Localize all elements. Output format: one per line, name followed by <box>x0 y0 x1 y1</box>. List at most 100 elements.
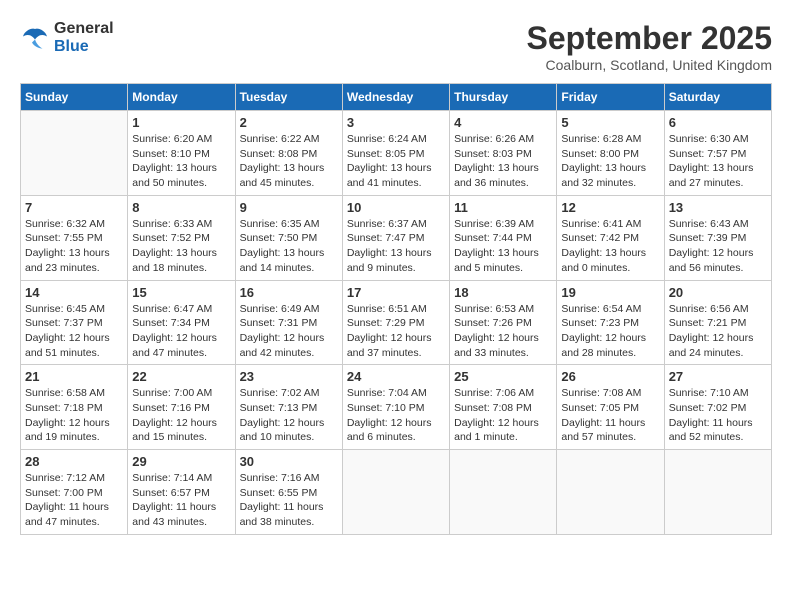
calendar-cell: 4Sunrise: 6:26 AM Sunset: 8:03 PM Daylig… <box>450 111 557 196</box>
calendar-body: 1Sunrise: 6:20 AM Sunset: 8:10 PM Daylig… <box>21 111 772 535</box>
calendar-week-row: 21 Sunrise: 6:58 AM Sunset: 7:18 PM Dayli… <box>21 365 772 450</box>
day-info: Sunrise: 6:35 AM Sunset: 7:50 PM Dayligh… <box>240 217 338 276</box>
day-info: Sunrise: 6:47 AM Sunset: 7:34 PM Dayligh… <box>132 302 230 361</box>
calendar-table: SundayMondayTuesdayWednesdayThursdayFrid… <box>20 83 772 535</box>
calendar-week-row: 7 Sunrise: 6:32 AM Sunset: 7:55 PM Daylig… <box>21 195 772 280</box>
calendar-cell: 14 Sunrise: 6:45 AM Sunset: 7:37 PM Dayli… <box>21 280 128 365</box>
calendar-cell: 22 Sunrise: 7:00 AM Sunset: 7:16 PM Dayli… <box>128 365 235 450</box>
calendar-cell: 28Sunrise: 7:12 AM Sunset: 7:00 PM Dayli… <box>21 450 128 535</box>
calendar-cell: 18Sunrise: 6:53 AM Sunset: 7:26 PM Dayli… <box>450 280 557 365</box>
day-number: 8 <box>132 200 230 215</box>
day-number: 1 <box>132 115 230 130</box>
day-info: Sunrise: 7:02 AM Sunset: 7:13 PM Dayligh… <box>240 386 338 445</box>
day-info: Sunrise: 6:39 AM Sunset: 7:44 PM Dayligh… <box>454 217 552 276</box>
location: Coalburn, Scotland, United Kingdom <box>527 57 772 73</box>
calendar-cell: 16 Sunrise: 6:49 AM Sunset: 7:31 PM Dayli… <box>235 280 342 365</box>
day-info: Sunrise: 6:54 AM Sunset: 7:23 PM Dayligh… <box>561 302 659 361</box>
day-info: Sunrise: 6:56 AM Sunset: 7:21 PM Dayligh… <box>669 302 767 361</box>
day-number: 4 <box>454 115 552 130</box>
weekday-header: Wednesday <box>342 84 449 111</box>
day-info: Sunrise: 7:16 AM Sunset: 6:55 PM Dayligh… <box>240 471 338 530</box>
day-info: Sunrise: 6:24 AM Sunset: 8:05 PM Dayligh… <box>347 132 445 191</box>
weekday-header: Monday <box>128 84 235 111</box>
day-number: 28 <box>25 454 123 469</box>
day-number: 27 <box>669 369 767 384</box>
day-info: Sunrise: 6:43 AM Sunset: 7:39 PM Dayligh… <box>669 217 767 276</box>
calendar-cell: 5Sunrise: 6:28 AM Sunset: 8:00 PM Daylig… <box>557 111 664 196</box>
calendar-cell: 1Sunrise: 6:20 AM Sunset: 8:10 PM Daylig… <box>128 111 235 196</box>
weekday-header: Friday <box>557 84 664 111</box>
day-number: 13 <box>669 200 767 215</box>
day-info: Sunrise: 7:08 AM Sunset: 7:05 PM Dayligh… <box>561 386 659 445</box>
calendar-cell <box>21 111 128 196</box>
day-info: Sunrise: 6:41 AM Sunset: 7:42 PM Dayligh… <box>561 217 659 276</box>
calendar-cell: 11 Sunrise: 6:39 AM Sunset: 7:44 PM Dayli… <box>450 195 557 280</box>
calendar-cell: 23 Sunrise: 7:02 AM Sunset: 7:13 PM Dayli… <box>235 365 342 450</box>
calendar-week-row: 1Sunrise: 6:20 AM Sunset: 8:10 PM Daylig… <box>21 111 772 196</box>
day-number: 10 <box>347 200 445 215</box>
day-number: 22 <box>132 369 230 384</box>
page-header: General Blue September 2025 Coalburn, Sc… <box>20 20 772 73</box>
calendar-cell: 29Sunrise: 7:14 AM Sunset: 6:57 PM Dayli… <box>128 450 235 535</box>
day-number: 9 <box>240 200 338 215</box>
day-number: 30 <box>240 454 338 469</box>
calendar-cell: 10 Sunrise: 6:37 AM Sunset: 7:47 PM Dayli… <box>342 195 449 280</box>
logo-icon <box>20 23 50 53</box>
day-info: Sunrise: 6:45 AM Sunset: 7:37 PM Dayligh… <box>25 302 123 361</box>
day-number: 14 <box>25 285 123 300</box>
calendar-cell <box>664 450 771 535</box>
day-info: Sunrise: 7:06 AM Sunset: 7:08 PM Dayligh… <box>454 386 552 445</box>
day-number: 23 <box>240 369 338 384</box>
title-block: September 2025 Coalburn, Scotland, Unite… <box>527 20 772 73</box>
calendar-cell: 25 Sunrise: 7:06 AM Sunset: 7:08 PM Dayli… <box>450 365 557 450</box>
calendar-header-row: SundayMondayTuesdayWednesdayThursdayFrid… <box>21 84 772 111</box>
day-number: 11 <box>454 200 552 215</box>
day-number: 26 <box>561 369 659 384</box>
weekday-header: Thursday <box>450 84 557 111</box>
month-title: September 2025 <box>527 20 772 57</box>
day-info: Sunrise: 6:37 AM Sunset: 7:47 PM Dayligh… <box>347 217 445 276</box>
day-number: 16 <box>240 285 338 300</box>
day-number: 25 <box>454 369 552 384</box>
calendar-cell: 20Sunrise: 6:56 AM Sunset: 7:21 PM Dayli… <box>664 280 771 365</box>
weekday-header: Sunday <box>21 84 128 111</box>
calendar-cell: 6Sunrise: 6:30 AM Sunset: 7:57 PM Daylig… <box>664 111 771 196</box>
day-number: 5 <box>561 115 659 130</box>
logo: General Blue <box>20 20 114 56</box>
day-info: Sunrise: 6:58 AM Sunset: 7:18 PM Dayligh… <box>25 386 123 445</box>
calendar-cell: 7 Sunrise: 6:32 AM Sunset: 7:55 PM Daylig… <box>21 195 128 280</box>
calendar-cell <box>342 450 449 535</box>
day-info: Sunrise: 6:33 AM Sunset: 7:52 PM Dayligh… <box>132 217 230 276</box>
calendar-cell: 17Sunrise: 6:51 AM Sunset: 7:29 PM Dayli… <box>342 280 449 365</box>
day-info: Sunrise: 7:04 AM Sunset: 7:10 PM Dayligh… <box>347 386 445 445</box>
calendar-cell: 30 Sunrise: 7:16 AM Sunset: 6:55 PM Dayli… <box>235 450 342 535</box>
day-number: 19 <box>561 285 659 300</box>
calendar-cell: 9 Sunrise: 6:35 AM Sunset: 7:50 PM Daylig… <box>235 195 342 280</box>
calendar-cell: 27 Sunrise: 7:10 AM Sunset: 7:02 PM Dayli… <box>664 365 771 450</box>
day-number: 17 <box>347 285 445 300</box>
calendar-cell: 12Sunrise: 6:41 AM Sunset: 7:42 PM Dayli… <box>557 195 664 280</box>
weekday-header: Tuesday <box>235 84 342 111</box>
day-info: Sunrise: 6:49 AM Sunset: 7:31 PM Dayligh… <box>240 302 338 361</box>
calendar-cell: 21 Sunrise: 6:58 AM Sunset: 7:18 PM Dayli… <box>21 365 128 450</box>
day-info: Sunrise: 6:32 AM Sunset: 7:55 PM Dayligh… <box>25 217 123 276</box>
day-number: 24 <box>347 369 445 384</box>
calendar-cell: 24 Sunrise: 7:04 AM Sunset: 7:10 PM Dayli… <box>342 365 449 450</box>
day-info: Sunrise: 7:10 AM Sunset: 7:02 PM Dayligh… <box>669 386 767 445</box>
day-number: 3 <box>347 115 445 130</box>
day-info: Sunrise: 7:14 AM Sunset: 6:57 PM Dayligh… <box>132 471 230 530</box>
day-info: Sunrise: 6:22 AM Sunset: 8:08 PM Dayligh… <box>240 132 338 191</box>
calendar-cell: 26 Sunrise: 7:08 AM Sunset: 7:05 PM Dayli… <box>557 365 664 450</box>
day-info: Sunrise: 6:30 AM Sunset: 7:57 PM Dayligh… <box>669 132 767 191</box>
logo-text: General Blue <box>54 20 114 56</box>
day-info: Sunrise: 7:00 AM Sunset: 7:16 PM Dayligh… <box>132 386 230 445</box>
day-number: 2 <box>240 115 338 130</box>
calendar-cell: 15Sunrise: 6:47 AM Sunset: 7:34 PM Dayli… <box>128 280 235 365</box>
calendar-week-row: 14 Sunrise: 6:45 AM Sunset: 7:37 PM Dayli… <box>21 280 772 365</box>
calendar-cell: 13 Sunrise: 6:43 AM Sunset: 7:39 PM Dayli… <box>664 195 771 280</box>
calendar-cell: 2 Sunrise: 6:22 AM Sunset: 8:08 PM Daylig… <box>235 111 342 196</box>
day-number: 7 <box>25 200 123 215</box>
calendar-cell: 19 Sunrise: 6:54 AM Sunset: 7:23 PM Dayli… <box>557 280 664 365</box>
weekday-header: Saturday <box>664 84 771 111</box>
day-number: 21 <box>25 369 123 384</box>
